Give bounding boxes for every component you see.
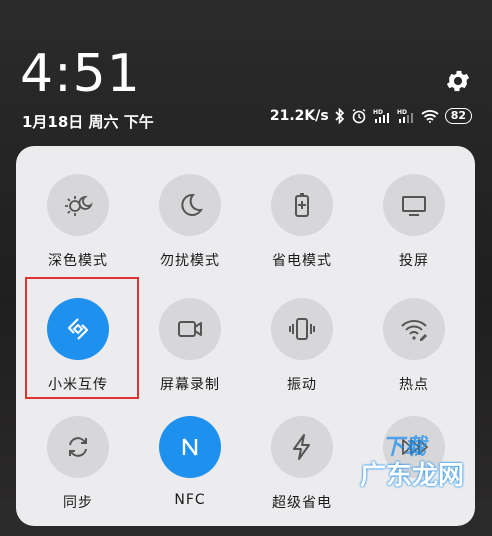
date-label: 1月18日 周六 下午 — [22, 113, 154, 131]
tile-dark-mode[interactable]: 深色模式 — [17, 174, 129, 294]
highlight-box — [25, 277, 139, 399]
clock: 4:51 — [20, 44, 141, 104]
svg-text:HD: HD — [373, 109, 383, 116]
tile-label: 屏幕录制 — [160, 377, 220, 393]
tile-label: NFC — [174, 492, 206, 508]
tile-label: 振动 — [287, 377, 317, 393]
signal-hd-1-icon: HD — [373, 109, 389, 123]
tile-label: 省电模式 — [272, 253, 332, 269]
status-bar-icons: 21.2K/s HD HD 82 — [270, 108, 472, 124]
tile-battery-saver[interactable]: 省电模式 — [241, 174, 353, 294]
tile-vibrate[interactable]: 振动 — [241, 298, 353, 418]
svg-text:HD: HD — [397, 109, 407, 116]
screen-cast-icon — [383, 174, 445, 236]
tile-screen-cast[interactable]: 投屏 — [353, 174, 465, 294]
bluetooth-icon — [335, 108, 344, 124]
signal-hd-2-icon: HD — [397, 109, 413, 123]
wifi-icon — [421, 110, 439, 123]
ultra-saver-icon — [271, 416, 333, 478]
watermark-bottom: 广东龙网 — [360, 461, 465, 491]
battery-saver-icon — [271, 174, 333, 236]
battery-indicator: 82 — [444, 108, 472, 124]
settings-gear-icon[interactable] — [444, 67, 472, 95]
tile-label: 热点 — [399, 377, 429, 393]
tile-nfc[interactable]: NFC — [129, 416, 241, 536]
tile-label: 勿扰模式 — [160, 253, 220, 269]
tile-label: 超级省电 — [272, 495, 332, 511]
tile-sync[interactable]: 同步 — [17, 416, 129, 536]
net-speed: 21.2K/s — [269, 108, 329, 124]
tile-label: 投屏 — [399, 253, 429, 269]
tile-hotspot[interactable]: 热点 — [353, 298, 465, 418]
screen-record-icon — [159, 298, 221, 360]
tile-label: 深色模式 — [48, 253, 108, 269]
nfc-icon — [159, 416, 221, 478]
tile-label: 同步 — [63, 495, 93, 511]
sync-icon — [47, 416, 109, 478]
hotspot-icon — [383, 298, 445, 360]
dark-mode-icon — [47, 174, 109, 236]
tile-do-not-disturb[interactable]: 勿扰模式 — [129, 174, 241, 294]
moon-icon — [159, 174, 221, 236]
tile-screen-record[interactable]: 屏幕录制 — [129, 298, 241, 418]
tile-ultra-saver[interactable]: 超级省电 — [241, 416, 353, 536]
vibrate-icon — [271, 298, 333, 360]
alarm-icon — [352, 108, 366, 124]
